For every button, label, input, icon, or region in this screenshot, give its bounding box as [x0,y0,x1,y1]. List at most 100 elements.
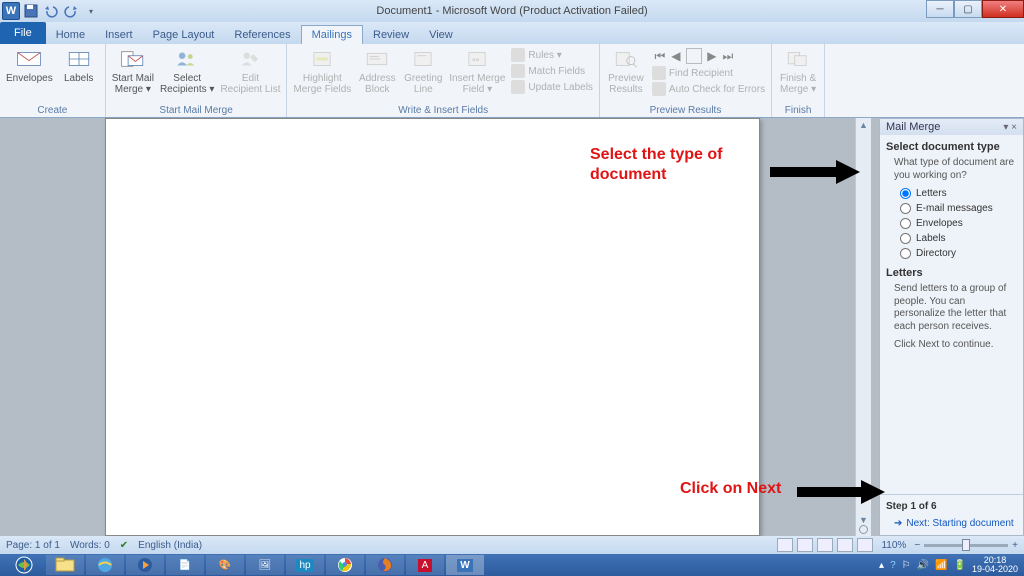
undo-icon[interactable] [42,2,60,20]
close-button[interactable]: ✕ [982,0,1024,18]
greeting-label: Greeting Line [404,73,442,95]
next-link-label: Next: Starting document [906,518,1013,529]
start-button[interactable] [4,555,44,575]
taskbar-firefox-icon[interactable] [366,555,404,575]
next-starting-document-link[interactable]: ➔ Next: Starting document [894,518,1017,529]
labels-label: Labels [64,73,93,84]
preview-results-button: Preview Results [606,46,646,95]
window-controls: ─ ▢ ✕ [926,0,1024,18]
tab-home[interactable]: Home [46,26,95,44]
view-full-screen-button[interactable] [797,538,813,552]
edit-recipient-list-button: Edit Recipient List [220,46,280,95]
view-print-layout-button[interactable] [777,538,793,552]
taskbar-ie-icon[interactable] [86,555,124,575]
envelopes-button[interactable]: Envelopes [6,46,53,84]
insert-field-icon: «» [463,46,491,72]
tab-review[interactable]: Review [363,26,419,44]
tab-view[interactable]: View [419,26,463,44]
radio-labels[interactable]: Labels [900,233,1017,244]
radio-letters[interactable]: Letters [900,188,1017,199]
tab-references[interactable]: References [224,26,300,44]
finish-icon [784,46,812,72]
envelope-icon [15,46,43,72]
taskbar-chrome-icon[interactable] [326,555,364,575]
taskbar-word-icon[interactable]: W [446,555,484,575]
rules-button: Rules ▾ [511,48,561,62]
taskbar-media-icon[interactable] [126,555,164,575]
rules-label: Rules ▾ [528,50,561,61]
group-finish-label: Finish [785,105,812,117]
step-counter: Step 1 of 6 [886,501,1017,512]
tray-flag-icon[interactable]: ⚐ [902,560,911,571]
zoom-level[interactable]: 110% [881,540,906,551]
status-page[interactable]: Page: 1 of 1 [6,540,60,551]
letters-description: Send letters to a group of people. You c… [894,283,1017,333]
update-labels-button: Update Labels [511,80,593,94]
tray-volume-icon[interactable]: 🔊 [917,560,929,571]
select-recipients-label: Select Recipients ▾ [160,73,215,95]
insert-field-label: Insert Merge Field ▾ [449,73,505,95]
group-write-insert: Highlight Merge Fields Address Block Gre… [287,44,599,117]
radio-directory[interactable]: Directory [900,248,1017,259]
tab-insert[interactable]: Insert [95,26,143,44]
status-words[interactable]: Words: 0 [70,540,110,551]
zoom-in-button[interactable]: + [1012,540,1018,551]
finish-merge-button: Finish & Merge ▾ [778,46,818,95]
zoom-out-button[interactable]: − [914,540,920,551]
view-web-button[interactable] [817,538,833,552]
taskbar-paint-icon[interactable]: 🎨 [206,555,244,575]
start-mail-merge-label: Start Mail Merge ▾ [112,73,154,95]
next-arrow-icon: ➔ [894,518,902,529]
taskbar-clock[interactable]: 20:18 19-04-2020 [972,556,1018,574]
tray-battery-icon[interactable]: 🔋 [954,560,966,571]
quick-access-toolbar: W ▾ [0,2,100,20]
radio-email-label: E-mail messages [916,203,993,214]
start-mail-merge-button[interactable]: Start Mail Merge ▾ [112,46,154,95]
save-icon[interactable] [22,2,40,20]
letters-heading: Letters [886,267,1017,279]
tray-expand-icon[interactable]: ▴ [879,560,884,571]
tray-network-icon[interactable]: 📶 [935,560,947,571]
tab-page-layout[interactable]: Page Layout [143,26,225,44]
greeting-icon [409,46,437,72]
edit-list-icon [236,46,264,72]
annotation-select-type: Select the type of document [590,145,770,185]
auto-check-button: Auto Check for Errors [652,82,765,96]
view-outline-button[interactable] [837,538,853,552]
taskbar-app1-icon[interactable]: 📄 [166,555,204,575]
match-fields-button: Match Fields [511,64,585,78]
radio-envelopes[interactable]: Envelopes [900,218,1017,229]
scroll-up-icon[interactable]: ▲ [859,120,868,130]
update-label: Update Labels [528,82,593,93]
taskbar-explorer-icon[interactable] [46,555,84,575]
radio-email[interactable]: E-mail messages [900,203,1017,214]
radio-letters-label: Letters [916,188,947,199]
status-proof-icon[interactable]: ✔ [120,540,128,551]
zoom-slider[interactable] [924,544,1008,547]
pane-close-icon[interactable]: ▾ × [1003,122,1017,133]
maximize-button[interactable]: ▢ [954,0,982,18]
titlebar: W ▾ Document1 - Microsoft Word (Product … [0,0,1024,22]
group-write-label: Write & Insert Fields [398,105,488,117]
taskbar-photo-icon[interactable]: 🖼 [246,555,284,575]
view-draft-button[interactable] [857,538,873,552]
qat-customize-icon[interactable]: ▾ [82,2,100,20]
svg-text:«»: «» [472,56,480,63]
word-logo-icon[interactable]: W [2,2,20,20]
status-language[interactable]: English (India) [138,540,202,551]
redo-icon[interactable] [62,2,80,20]
windows-taskbar: 📄 🎨 🖼 hp A W ▴ ? ⚐ 🔊 📶 🔋 20:18 19-04-202… [0,554,1024,576]
tab-mailings[interactable]: Mailings [301,25,363,44]
tray-help-icon[interactable]: ? [890,560,896,571]
taskbar-acrobat-icon[interactable]: A [406,555,444,575]
ribbon-tabs: File Home Insert Page Layout References … [0,22,1024,44]
labels-button[interactable]: Labels [59,46,99,84]
minimize-button[interactable]: ─ [926,0,954,18]
edit-recipient-label: Edit Recipient List [220,73,280,95]
select-recipients-button[interactable]: Select Recipients ▾ [160,46,215,95]
taskbar-hp-icon[interactable]: hp [286,555,324,575]
find-label: Find Recipient [669,68,733,79]
tab-file[interactable]: File [0,22,46,44]
browse-object-icon[interactable] [859,525,868,534]
scroll-down-icon[interactable]: ▼ [859,515,868,525]
